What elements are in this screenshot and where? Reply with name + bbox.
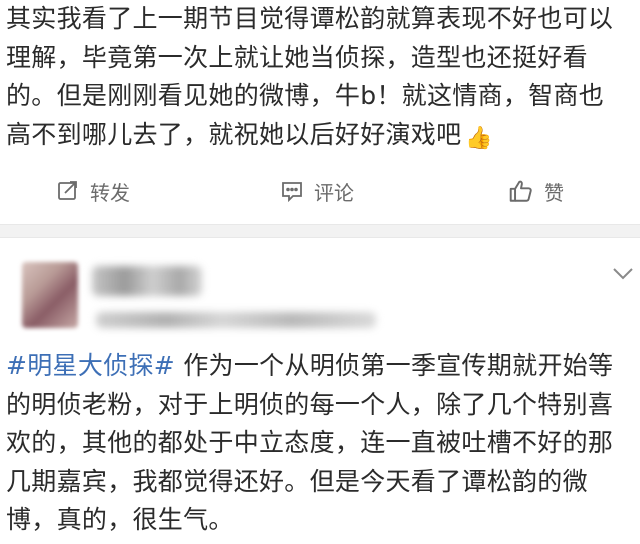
post-1-action-bar: 转发 评论 赞 xyxy=(0,164,640,218)
avatar[interactable] xyxy=(22,262,78,328)
repost-button[interactable]: 转发 xyxy=(56,177,130,206)
post-2-line: 几期嘉宾，我都觉得还好。但是今天看了谭松韵的微 xyxy=(6,466,588,496)
post-2-line: 博，真的，很生气。 xyxy=(6,505,234,534)
feed-separator xyxy=(0,224,640,238)
post-1-line: 高不到哪儿去了，就祝她以后好好演戏吧 👍 xyxy=(6,116,636,159)
post-1-text: 其实我看了上一期节目觉得谭松韵就算表现不好也可以 理解，毕竟第一次上就让她当侦探… xyxy=(6,0,636,158)
post-1-line: 理解，毕竟第一次上就让她当侦探，造型也还挺好看 xyxy=(6,42,588,72)
post-2-line: 欢的，其他的都处于中立态度，连一直被吐槽不好的那 xyxy=(6,428,614,457)
comment-button[interactable]: 评论 xyxy=(280,177,354,206)
post-1-line: 其实我看了上一期节目觉得谭松韵就算表现不好也可以 xyxy=(6,4,614,33)
repost-icon xyxy=(58,181,77,200)
repost-label: 转发 xyxy=(90,180,130,205)
chevron-down-icon xyxy=(613,268,633,280)
post-2-line: 的明侦老粉，对于上明侦的每一个人，除了几个特别喜 xyxy=(6,389,614,419)
post-meta-blurred xyxy=(96,312,376,328)
post-menu-button[interactable] xyxy=(612,266,634,285)
username-blurred[interactable] xyxy=(92,266,202,296)
like-button[interactable]: 赞 xyxy=(508,177,564,206)
post-2-text: #明星大侦探# 作为一个从明侦第一季宣传期就开始等 的明侦老粉，对于上明侦的每一… xyxy=(6,347,636,540)
post-1-line-text: 高不到哪儿去了，就祝她以后好好演戏吧 xyxy=(6,119,462,149)
hashtag-link[interactable]: #明星大侦探# xyxy=(6,351,175,380)
thumbs-up-emoji-icon: 👍 xyxy=(465,125,494,151)
thumbs-up-icon xyxy=(509,180,532,202)
post-2-line-text: 作为一个从明侦第一季宣传期就开始等 xyxy=(175,351,614,380)
comment-label: 评论 xyxy=(314,180,354,205)
like-label: 赞 xyxy=(544,180,564,205)
comment-icon xyxy=(282,182,302,203)
post-1-line: 的。但是刚刚看见她的微博，牛b！就这情商，智商也 xyxy=(6,81,605,110)
post-2-line: #明星大侦探# 作为一个从明侦第一季宣传期就开始等 xyxy=(6,347,636,386)
